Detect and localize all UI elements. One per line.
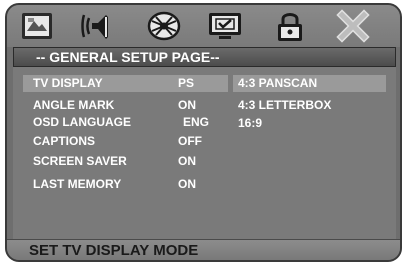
setting-label: SCREEN SAVER bbox=[33, 154, 127, 168]
setting-label: CAPTIONS bbox=[33, 134, 96, 148]
video-setup-icon[interactable] bbox=[146, 9, 182, 43]
setting-label: OSD LANGUAGE bbox=[33, 115, 132, 129]
option-4-3-letterbox[interactable]: 4:3 LETTERBOX bbox=[233, 97, 386, 114]
password-lock-icon[interactable] bbox=[272, 9, 308, 43]
option-16-9[interactable]: 16:9 bbox=[233, 115, 386, 132]
setting-row-captions[interactable]: CAPTIONS OFF bbox=[23, 133, 228, 150]
setting-row-screen-saver[interactable]: SCREEN SAVER ON bbox=[23, 153, 228, 170]
setting-row-tv-display[interactable]: TV DISPLAY PS bbox=[23, 75, 228, 92]
option-4-3-panscan[interactable]: 4:3 PANSCAN bbox=[233, 75, 386, 92]
setup-menu-window: -- GENERAL SETUP PAGE-- TV DISPLAY PS AN… bbox=[5, 3, 402, 262]
setting-row-angle-mark[interactable]: ANGLE MARK ON bbox=[23, 97, 228, 114]
setting-value: ON bbox=[178, 98, 196, 112]
setting-row-osd-language[interactable]: OSD LANGUAGE ENG bbox=[23, 114, 228, 131]
setting-label: ANGLE MARK bbox=[33, 98, 115, 112]
exit-icon[interactable] bbox=[335, 9, 371, 43]
audio-setup-icon[interactable] bbox=[78, 9, 114, 43]
status-bar: SET TV DISPLAY MODE bbox=[7, 239, 400, 260]
setting-label: LAST MEMORY bbox=[33, 177, 122, 191]
option-label: 4:3 PANSCAN bbox=[238, 76, 318, 90]
setting-value: ON bbox=[178, 154, 196, 168]
option-label: 4:3 LETTERBOX bbox=[238, 98, 332, 112]
setting-row-last-memory[interactable]: LAST MEMORY ON bbox=[23, 176, 228, 193]
page-title-text: -- GENERAL SETUP PAGE-- bbox=[36, 49, 220, 65]
setting-value: OFF bbox=[178, 134, 202, 148]
option-label: 16:9 bbox=[238, 116, 263, 130]
setting-value: ON bbox=[178, 177, 196, 191]
status-text: SET TV DISPLAY MODE bbox=[29, 242, 199, 259]
setting-value: ENG bbox=[183, 115, 210, 129]
menu-icon-bar bbox=[7, 5, 400, 47]
general-setup-icon[interactable] bbox=[19, 9, 55, 43]
settings-panel: TV DISPLAY PS ANGLE MARK ON OSD LANGUAGE… bbox=[13, 67, 396, 239]
page-title: -- GENERAL SETUP PAGE-- bbox=[13, 47, 396, 67]
preference-icon[interactable] bbox=[207, 9, 243, 43]
setting-label: TV DISPLAY bbox=[33, 76, 103, 90]
setting-value: PS bbox=[178, 76, 195, 90]
